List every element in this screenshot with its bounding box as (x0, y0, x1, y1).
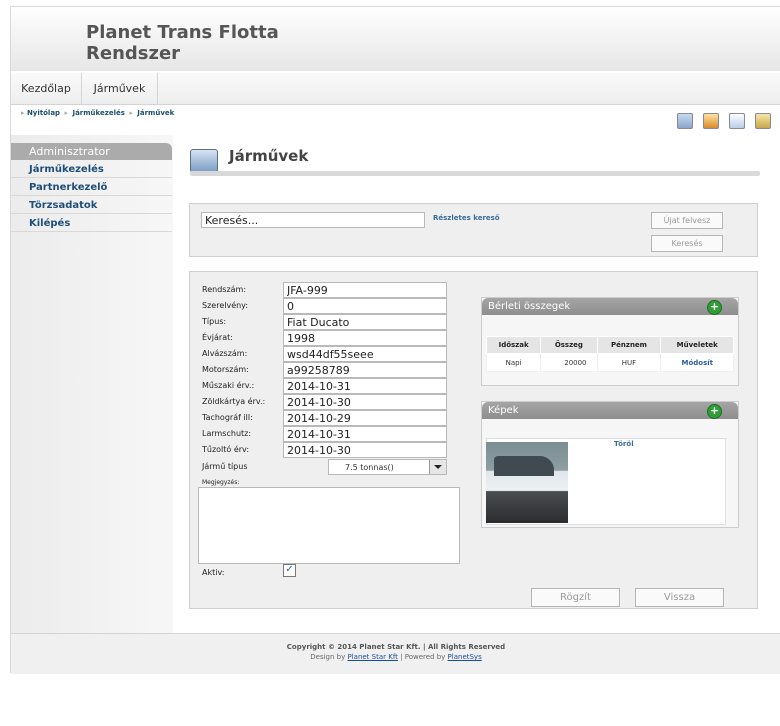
calendar-icon[interactable] (728, 112, 745, 129)
breadcrumb: ▸ Nyitólap ▸ Járműkezelés ▸ Járművek (21, 109, 174, 117)
field-input[interactable] (283, 298, 447, 314)
cell-period: Napi (485, 353, 542, 372)
note-label: Megjegyzés: (202, 479, 240, 486)
save-button[interactable]: Rögzít (531, 588, 620, 607)
vehicle-photo[interactable] (486, 442, 568, 523)
rental-panel-header: Bérleti összegek + (482, 298, 738, 315)
breadcrumb-vehicle-management[interactable]: Járműkezelés (72, 109, 124, 117)
active-label: Aktiv: (202, 568, 225, 577)
new-record-button[interactable]: Újat felvesz (651, 212, 723, 229)
field-input[interactable] (283, 314, 447, 330)
images-panel-title: Képek (488, 405, 519, 416)
field-input[interactable] (283, 330, 447, 346)
breadcrumb-arrow-icon: ▸ (21, 109, 25, 117)
main-content: Járművek Részletes kereső Újat felvesz K… (174, 135, 780, 633)
vehicles-page-icon (190, 149, 218, 173)
search-button[interactable]: Keresés (651, 235, 723, 252)
column-amount: Összeg (540, 336, 598, 354)
field-label: Alvázszám: (202, 349, 248, 358)
search-input[interactable] (201, 212, 425, 228)
column-currency: Pénznem (596, 336, 662, 354)
field-input[interactable] (283, 410, 447, 426)
sidebar-item-master-data[interactable]: Törzsadatok (11, 197, 172, 214)
field-input[interactable] (283, 426, 447, 442)
back-button[interactable]: Vissza (635, 588, 724, 607)
field-input[interactable] (283, 362, 447, 378)
title-divider (190, 171, 760, 176)
field-label: Típus: (202, 317, 227, 326)
rental-table-header: Időszak Összeg Pénznem Műveletek (485, 336, 734, 354)
field-label: Tachográf ill: (202, 413, 253, 422)
field-label: Tűzoltó érv: (202, 445, 250, 454)
modify-link[interactable]: Módosít (660, 353, 734, 372)
field-label: Motorszám: (202, 365, 249, 374)
breadcrumb-home[interactable]: Nyitólap (27, 109, 60, 117)
field-label: Larmschutz: (202, 429, 252, 438)
footer: Copyright © 2014 Planet Star Kft. | All … (11, 633, 780, 674)
add-rental-icon[interactable]: + (707, 300, 722, 315)
sidebar-item-logout[interactable]: Kilépés (11, 215, 172, 232)
powered-link[interactable]: PlanetSys (448, 653, 482, 661)
field-input[interactable] (283, 346, 447, 362)
column-actions: Műveletek (660, 336, 734, 354)
top-nav: Kezdőlap Járművek (11, 73, 780, 105)
images-panel: Képek + Töröl (481, 401, 739, 528)
table-row: Napi 20000 HUF Módosít (485, 353, 734, 372)
chevron-down-icon[interactable] (429, 460, 446, 474)
rental-panel-title: Bérleti összegek (488, 301, 571, 312)
delete-image-link[interactable]: Töröl (614, 440, 634, 448)
search-panel: Részletes kereső Újat felvesz Keresés (189, 203, 758, 257)
field-label: Rendszám: (202, 285, 247, 294)
vehicle-type-value: 7.5 tonnas() (345, 463, 394, 472)
cell-amount: 20000 (540, 353, 598, 372)
rental-panel: Bérleti összegek + Időszak Összeg Pénzne… (481, 297, 739, 386)
footer-credits: Design by Planet Star Kft | Powered by P… (310, 653, 482, 661)
breadcrumb-vehicles[interactable]: Járművek (137, 109, 174, 117)
field-label: Évjárat: (202, 333, 233, 342)
add-image-icon[interactable]: + (707, 404, 722, 419)
advanced-search-link[interactable]: Részletes kereső (433, 214, 500, 222)
sidebar-item-vehicle-management[interactable]: Járműkezelés (11, 161, 172, 178)
design-link[interactable]: Planet Star Kft (347, 653, 397, 661)
field-input[interactable] (283, 442, 447, 458)
page-title: Járművek (229, 147, 309, 165)
copyright: Copyright © 2014 Planet Star Kft. | All … (286, 643, 506, 651)
active-checkbox[interactable]: ✓ (283, 564, 296, 577)
rental-table: Időszak Összeg Pénznem Műveletek Napi 20… (485, 336, 734, 372)
breadcrumb-separator: ▸ (129, 109, 133, 117)
tools-icon[interactable] (702, 112, 719, 129)
field-input[interactable] (283, 282, 447, 298)
field-label: Műszaki érv.: (202, 381, 255, 390)
note-textarea[interactable] (198, 487, 460, 564)
monitor-icon[interactable] (676, 112, 693, 129)
key-icon[interactable] (755, 112, 771, 129)
vehicle-form-panel: Rendszám: Szerelvény: Típus: Évjárat: Alvázs… (189, 271, 758, 609)
field-label: Szerelvény: (202, 301, 249, 310)
images-panel-header: Képek + (482, 402, 738, 419)
header: Planet Trans Flotta Rendszer (11, 7, 780, 71)
sidebar-admin-header: Adminisztrator (11, 143, 172, 160)
toolbar-icons (672, 110, 771, 129)
vehicle-type-select[interactable]: 7.5 tonnas() (328, 459, 447, 475)
field-input[interactable] (283, 378, 447, 394)
app-frame: Planet Trans Flotta Rendszer Kezdőlap Já… (10, 6, 780, 674)
vehicle-type-label: Jármű típus (202, 462, 248, 471)
app-title: Planet Trans Flotta Rendszer (86, 22, 279, 64)
breadcrumb-separator: ▸ (64, 109, 69, 117)
nav-home[interactable]: Kezdőlap (11, 73, 82, 104)
nav-vehicles[interactable]: Járművek (82, 73, 158, 104)
column-period: Időszak (485, 336, 542, 354)
cell-currency: HUF (596, 353, 662, 372)
field-input[interactable] (283, 394, 447, 410)
sidebar: Adminisztrator Járműkezelés Partnerkezel… (11, 135, 173, 633)
sidebar-item-partners[interactable]: Partnerkezelő (11, 179, 172, 196)
field-label: Zöldkártya érv.: (202, 397, 266, 406)
